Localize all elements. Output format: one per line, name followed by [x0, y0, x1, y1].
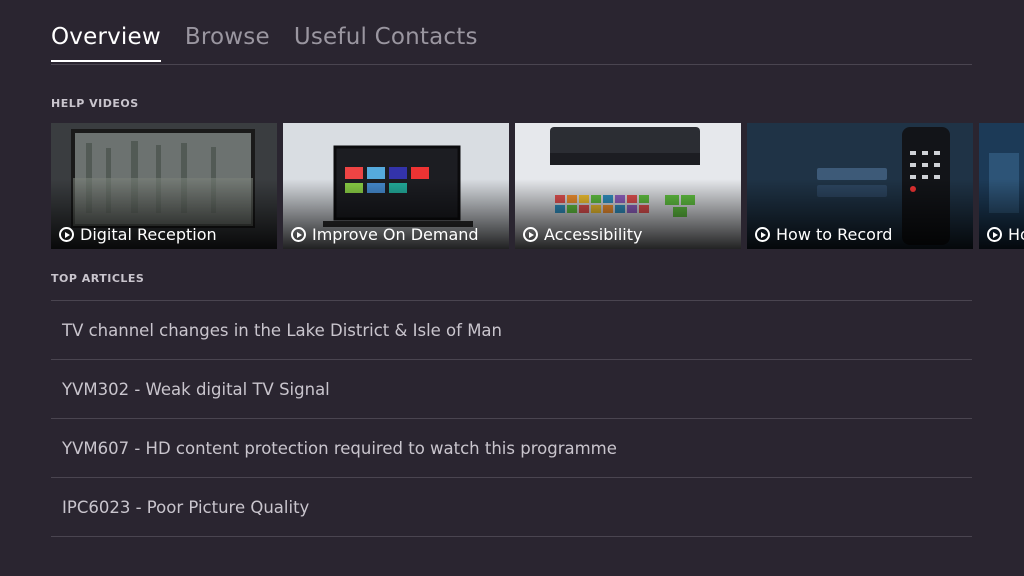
play-icon [59, 227, 74, 242]
video-title: Ho [1008, 225, 1024, 244]
video-title: How to Record [776, 225, 893, 244]
article-item[interactable]: IPC6023 - Poor Picture Quality [51, 477, 972, 537]
video-card-label: Accessibility [523, 225, 642, 244]
article-item[interactable]: YVM302 - Weak digital TV Signal [51, 359, 972, 418]
video-card-label: Digital Reception [59, 225, 217, 244]
video-card-label: Ho [987, 225, 1024, 244]
article-list: TV channel changes in the Lake District … [51, 300, 972, 537]
play-icon [987, 227, 1002, 242]
article-item[interactable]: TV channel changes in the Lake District … [51, 300, 972, 359]
video-card-how-to-record[interactable]: How to Record [747, 123, 973, 249]
video-card-label: How to Record [755, 225, 892, 244]
help-videos-heading: HELP VIDEOS [51, 97, 139, 110]
play-icon [291, 227, 306, 242]
tab-browse[interactable]: Browse [185, 24, 270, 62]
top-articles-heading: TOP ARTICLES [51, 272, 145, 285]
article-item[interactable]: YVM607 - HD content protection required … [51, 418, 972, 477]
video-card-label: Improve On Demand [291, 225, 479, 244]
video-title: Improve On Demand [312, 225, 479, 244]
tab-divider [51, 64, 972, 65]
video-card-partial[interactable]: Ho [979, 123, 1024, 249]
video-title: Accessibility [544, 225, 643, 244]
help-videos-carousel: Digital Reception Improve On Demand Acce… [51, 123, 1024, 249]
tab-useful-contacts[interactable]: Useful Contacts [294, 24, 478, 62]
video-card-accessibility[interactable]: Accessibility [515, 123, 741, 249]
video-card-digital-reception[interactable]: Digital Reception [51, 123, 277, 249]
tab-bar: Overview Browse Useful Contacts [51, 24, 502, 62]
tab-overview[interactable]: Overview [51, 24, 161, 62]
play-icon [755, 227, 770, 242]
video-card-improve-on-demand[interactable]: Improve On Demand [283, 123, 509, 249]
play-icon [523, 227, 538, 242]
video-title: Digital Reception [80, 225, 217, 244]
